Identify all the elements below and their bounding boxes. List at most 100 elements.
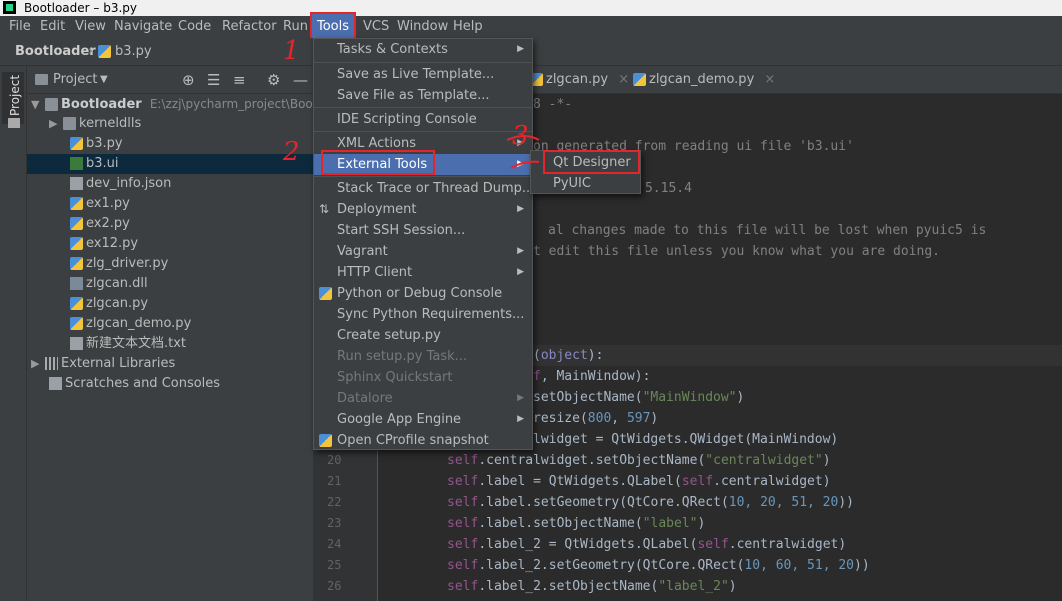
line-number: 21 [327, 474, 342, 488]
menu-help[interactable]: Help [450, 16, 486, 38]
project-tool-tab[interactable]: Project [2, 72, 24, 124]
menu-run[interactable]: Run [280, 16, 311, 38]
text-file-icon [70, 337, 83, 350]
menu-vcs[interactable]: VCS [360, 16, 392, 38]
tree-item-selected[interactable]: b3.ui [27, 154, 313, 174]
annotation-arrow [506, 135, 540, 169]
tree-item[interactable]: b3.py [27, 134, 313, 154]
submenu-arrow-icon: ▶ [517, 246, 524, 256]
menu-item-stack-trace[interactable]: Stack Trace or Thread Dump... [314, 178, 534, 199]
tab-label: zlgcan_demo.py [649, 72, 755, 87]
expand-all-icon[interactable]: ☰ [207, 66, 220, 94]
tree-item-label: zlgcan_demo.py [86, 316, 192, 331]
menu-item-sync-requirements[interactable]: Sync Python Requirements... [314, 304, 532, 325]
menu-refactor[interactable]: Refactor [219, 16, 280, 38]
annotation-number: 2 [283, 137, 300, 167]
tree-item-label: b3.py [86, 136, 123, 151]
chevron-down-icon[interactable]: ▼ [31, 95, 45, 115]
ui-file-icon [70, 157, 83, 170]
pycharm-logo-icon [3, 1, 16, 14]
tree-item-label: External Libraries [61, 356, 176, 371]
title-bar: Bootloader – b3.py [0, 0, 1062, 16]
gear-icon[interactable]: ⚙ [267, 66, 280, 94]
menu-item-python-console[interactable]: Python or Debug Console [314, 283, 532, 304]
menu-item-http-client[interactable]: HTTP Client ▶ [314, 262, 532, 283]
menu-code[interactable]: Code [175, 16, 214, 38]
chevron-down-icon[interactable]: ▼ [100, 66, 108, 94]
chevron-right-icon[interactable]: ▶ [31, 354, 45, 374]
menu-item-save-live-template[interactable]: Save as Live Template... [314, 64, 532, 85]
menu-item-vagrant[interactable]: Vagrant ▶ [314, 241, 532, 262]
menu-item-save-file-template[interactable]: Save File as Template... [314, 85, 532, 106]
menu-item-google-app-engine[interactable]: Google App Engine ▶ [314, 409, 532, 430]
breadcrumb-file[interactable]: b3.py [115, 38, 152, 66]
python-file-icon [70, 217, 83, 230]
tool-window-strip: Project [0, 66, 27, 601]
code-line: 8 -*- [533, 97, 573, 112]
menu-item-tasks-contexts[interactable]: Tasks & Contexts ▶ [314, 39, 532, 60]
menu-item-ide-scripting-console[interactable]: IDE Scripting Console [314, 109, 532, 130]
menu-item-sphinx-quickstart: Sphinx Quickstart [337, 370, 453, 385]
tree-external-libraries[interactable]: ▶ External Libraries [27, 354, 313, 374]
tree-item[interactable]: zlgcan.py [27, 294, 313, 314]
tree-item[interactable]: ex1.py [27, 194, 313, 214]
collapse-all-icon[interactable]: ≡ [233, 66, 246, 94]
menu-window[interactable]: Window [394, 16, 451, 38]
close-icon[interactable]: × [764, 72, 775, 87]
menu-navigate[interactable]: Navigate [111, 16, 175, 38]
menu-item-deployment[interactable]: ⇅ Deployment ▶ [314, 199, 532, 220]
tree-item-label: b3.ui [86, 156, 119, 171]
tree-item-label: ex2.py [86, 216, 130, 231]
pycharm-window: Bootloader – b3.py File Edit View Naviga… [0, 0, 1062, 601]
submenu-arrow-icon: ▶ [517, 204, 524, 214]
breadcrumb-project[interactable]: Bootloader [15, 38, 96, 66]
menu-item-start-ssh[interactable]: Start SSH Session... [314, 220, 532, 241]
menu-separator [314, 131, 532, 132]
tree-item-label: ex12.py [86, 236, 139, 251]
root-name: Bootloader [61, 97, 142, 112]
chevron-right-icon[interactable]: ▶ [49, 114, 63, 134]
close-icon[interactable]: × [618, 72, 629, 87]
menu-item-open-cprofile[interactable]: Open CProfile snapshot [314, 430, 532, 451]
submenu-arrow-icon: ▶ [517, 414, 524, 424]
json-file-icon [70, 177, 83, 190]
menu-item-create-setup[interactable]: Create setup.py [314, 325, 532, 346]
code-line: (object): [533, 348, 604, 363]
tree-item[interactable]: 新建文本文档.txt [27, 334, 313, 354]
project-icon [35, 74, 48, 85]
tree-item-label: zlg_driver.py [86, 256, 169, 271]
tree-item[interactable]: zlgcan.dll [27, 274, 313, 294]
python-file-icon [70, 137, 83, 150]
tree-item[interactable]: ex12.py [27, 234, 313, 254]
hide-icon[interactable]: — [293, 66, 308, 94]
menu-item-pyuic[interactable]: PyUIC [531, 173, 640, 194]
breadcrumb-separator-icon: › [88, 44, 94, 59]
annotation-box-qt-designer [543, 150, 640, 174]
tree-item-label: kerneldlls [79, 116, 142, 131]
code-line: lwidget = QtWidgets.QWidget(MainWindow) [533, 432, 839, 447]
menu-file[interactable]: File [6, 16, 34, 38]
menu-edit[interactable]: Edit [37, 16, 68, 38]
tab-zlgcan-demo[interactable]: zlgcan_demo.py × [633, 66, 775, 94]
tree-root[interactable]: ▼ Bootloader E:\zzj\pycharm_project\Bootl… [27, 94, 313, 114]
tree-item[interactable]: zlgcan_demo.py [27, 314, 313, 334]
locate-icon[interactable]: ⊕ [182, 66, 195, 94]
code-line: resize(800, 597) [533, 411, 659, 426]
menu-view[interactable]: View [72, 16, 109, 38]
tree-item[interactable]: ex2.py [27, 214, 313, 234]
project-panel-header: Project ▼ ⊕ ☰ ≡ ⚙ — [27, 66, 313, 94]
tree-item[interactable]: dev_info.json [27, 174, 313, 194]
tree-item-label: zlgcan.dll [86, 276, 148, 291]
tree-item[interactable]: ▶ kerneldlls [27, 114, 313, 134]
tab-zlgcan[interactable]: zlgcan.py × [530, 66, 629, 94]
tree-item[interactable]: zlg_driver.py [27, 254, 313, 274]
profiler-icon [319, 434, 332, 447]
tree-item-label: dev_info.json [86, 176, 172, 191]
line-number: 25 [327, 558, 342, 572]
code-line: self.label_2.setObjectName("label_2") [447, 579, 737, 594]
project-tool-tab-label: Project [8, 74, 22, 116]
project-panel-title[interactable]: Project [53, 66, 97, 94]
tree-scratches[interactable]: Scratches and Consoles [27, 374, 313, 394]
menu-item-run-setup-task: Run setup.py Task... [337, 349, 468, 364]
python-icon [319, 287, 332, 300]
